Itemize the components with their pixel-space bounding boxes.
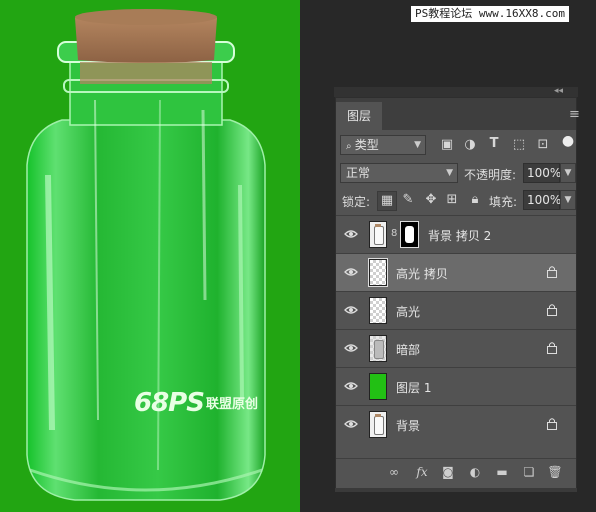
- opacity-field[interactable]: 100%: [523, 163, 561, 183]
- image-filter-icon[interactable]: ▣: [439, 137, 455, 152]
- eye-icon[interactable]: [344, 303, 358, 317]
- blend-mode-dropdown[interactable]: 正常 ▼: [340, 163, 458, 183]
- layer-row[interactable]: 暗部: [336, 329, 576, 367]
- chevron-down-icon: ▼: [414, 140, 421, 150]
- eye-icon[interactable]: [344, 379, 358, 393]
- brand-watermark-big: 68PS: [134, 388, 205, 418]
- tab-layers[interactable]: 图层: [336, 102, 382, 130]
- link-layers-button[interactable]: ∞: [386, 465, 402, 479]
- layer-thumbnail: [368, 258, 388, 287]
- layer-thumbnail: [369, 411, 387, 438]
- lock-position-icon[interactable]: ✥: [423, 192, 439, 207]
- lock-label: 锁定:: [342, 195, 371, 209]
- eye-icon[interactable]: [344, 417, 358, 431]
- lock-row: 锁定: ▦ ✎ ✥ ⊞ 🔒︎ 填充: 100% ▼: [336, 189, 576, 211]
- lock-icon: [547, 266, 557, 278]
- eye-icon[interactable]: [344, 265, 358, 279]
- panel-scrollbar[interactable]: [335, 488, 577, 492]
- collapse-panels-icon[interactable]: ◂◂: [554, 86, 563, 96]
- add-mask-button[interactable]: ◙: [440, 465, 456, 479]
- blend-row: 正常 ▼ 不透明度: 100% ▼: [336, 162, 576, 184]
- layer-name: 暗部: [396, 343, 421, 357]
- layer-row[interactable]: 背景: [336, 405, 576, 443]
- new-group-button[interactable]: ▬: [494, 465, 510, 479]
- layer-row-selected[interactable]: 高光 拷贝: [336, 253, 576, 291]
- new-layer-button[interactable]: ❏: [521, 465, 537, 479]
- eye-icon[interactable]: [344, 227, 358, 241]
- lock-all-icon[interactable]: 🔒︎: [467, 192, 483, 207]
- brand-watermark: 68PS 联盟原创: [134, 388, 258, 418]
- fill-slider-toggle[interactable]: ▼: [560, 190, 576, 210]
- fill-field[interactable]: 100%: [523, 190, 561, 210]
- layer-name: 背景 拷贝 2: [428, 229, 492, 243]
- layer-thumbnail: [369, 221, 387, 248]
- layer-row[interactable]: 高光: [336, 291, 576, 329]
- glass-bottle-image: [26, 9, 266, 501]
- lock-artboard-icon[interactable]: ⊞: [444, 192, 460, 207]
- blend-mode-value: 正常: [346, 166, 371, 180]
- filter-kind-value: 类型: [354, 138, 379, 152]
- brand-watermark-small: 联盟原创: [205, 397, 258, 412]
- site-watermark: PS教程论坛 www.16XX8.com: [411, 6, 569, 22]
- filter-toggle-icon[interactable]: ●: [560, 133, 576, 149]
- type-filter-icon[interactable]: T: [486, 136, 502, 151]
- filter-kind-dropdown[interactable]: ⌕ 类型 ▼: [340, 135, 426, 155]
- layers-list: 8 背景 拷贝 2 高光 拷贝 高光 暗部 图层 1 背景: [336, 215, 576, 447]
- layer-name: 高光: [396, 305, 421, 319]
- layer-name: 背景: [396, 419, 421, 433]
- panel-tabbar: 图层 ≡: [336, 98, 580, 130]
- lock-icon: [547, 304, 557, 316]
- opacity-slider-toggle[interactable]: ▼: [560, 163, 576, 183]
- adjustment-layer-button[interactable]: ◐: [467, 465, 483, 479]
- panel-menu-icon[interactable]: ≡: [569, 107, 583, 122]
- shape-filter-icon[interactable]: ⬚: [511, 137, 527, 152]
- layer-row[interactable]: 8 背景 拷贝 2: [336, 215, 576, 253]
- layer-name: 图层 1: [396, 381, 432, 395]
- mask-link-icon[interactable]: 8: [391, 228, 397, 239]
- layers-panel: 图层 ≡ ⌕ 类型 ▼ ▣ ◑ T ⬚ ⊡ ● 正常 ▼ 不透明度: 100% …: [335, 97, 580, 492]
- layer-thumbnail: [369, 335, 387, 362]
- lock-icon: [547, 418, 557, 430]
- layer-thumbnail: [369, 373, 387, 400]
- layer-name: 高光 拷贝: [396, 267, 448, 281]
- fx-button[interactable]: fx: [414, 465, 430, 479]
- filter-row: ⌕ 类型 ▼ ▣ ◑ T ⬚ ⊡ ●: [336, 133, 576, 156]
- adjustment-filter-icon[interactable]: ◑: [462, 137, 478, 152]
- smart-object-filter-icon[interactable]: ⊡: [535, 137, 551, 152]
- layers-bottom-toolbar: ∞ fx ◙ ◐ ▬ ❏ 🗑: [336, 458, 576, 487]
- fill-label: 填充:: [489, 195, 518, 209]
- layer-row[interactable]: 图层 1: [336, 367, 576, 405]
- eye-icon[interactable]: [344, 341, 358, 355]
- search-icon: ⌕: [346, 141, 355, 152]
- chevron-down-icon: ▼: [446, 168, 453, 178]
- panel-dock-header: [334, 87, 578, 97]
- lock-image-pixels-icon[interactable]: ✎: [400, 192, 416, 207]
- lock-icon: [547, 342, 557, 354]
- delete-layer-button[interactable]: 🗑: [547, 465, 563, 479]
- lock-transparent-pixels-icon[interactable]: ▦: [377, 191, 397, 211]
- opacity-label: 不透明度:: [464, 168, 517, 182]
- document-canvas[interactable]: 68PS 联盟原创: [0, 0, 300, 512]
- layer-mask-thumbnail[interactable]: [400, 221, 419, 248]
- layer-thumbnail: [369, 297, 387, 324]
